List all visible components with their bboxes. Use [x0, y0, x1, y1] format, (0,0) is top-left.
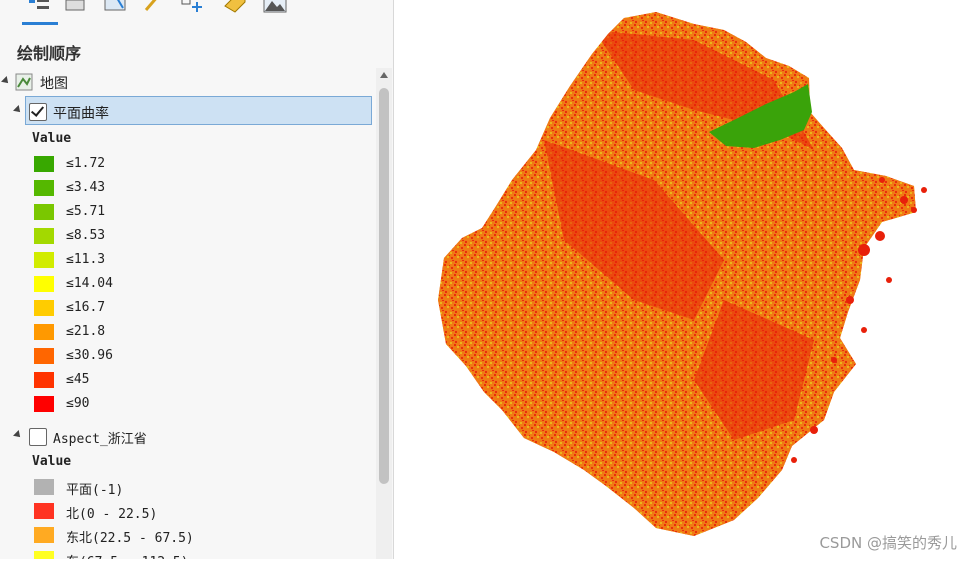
- layer1-legend-label: ≤1.72: [66, 156, 106, 171]
- layer-icon[interactable]: [102, 0, 128, 16]
- layer2-swatch[interactable]: [34, 527, 54, 543]
- layer2-swatch[interactable]: [34, 551, 54, 559]
- layer1-swatch[interactable]: [34, 372, 54, 388]
- layer1-legend-label: ≤90: [66, 396, 90, 411]
- active-tab-indicator: [22, 22, 58, 25]
- layer1-legend-label: ≤11.3: [66, 252, 106, 267]
- contents-scrollbar[interactable]: [376, 68, 392, 559]
- layer2-legend-label: 东(67.5 - 112.5): [66, 551, 189, 559]
- expand-layer1-icon[interactable]: [13, 105, 23, 115]
- scroll-up-arrow-icon[interactable]: [380, 72, 388, 78]
- expand-map-icon[interactable]: [1, 76, 11, 86]
- layer1-swatch[interactable]: [34, 324, 54, 340]
- contents-toolbar: [0, 0, 393, 25]
- layer2-legend-label: 平面(-1): [66, 483, 124, 498]
- layer1-swatch[interactable]: [34, 156, 54, 172]
- expand-layer2-icon[interactable]: [13, 430, 23, 440]
- watermark: CSDN @搞笑的秀儿: [819, 534, 957, 552]
- layer1-swatch[interactable]: [34, 180, 54, 196]
- label-tag-icon[interactable]: [222, 0, 248, 16]
- layer1-name[interactable]: 平面曲率: [53, 103, 109, 123]
- layer1-swatch[interactable]: [34, 228, 54, 244]
- layer1-legend-label: ≤45: [66, 372, 90, 387]
- layer2-legend-label: 北(0 - 22.5): [66, 507, 158, 522]
- scroll-thumb[interactable]: [379, 88, 389, 484]
- layer1-legend-label: ≤30.96: [66, 348, 113, 363]
- layer1-legend-label: ≤16.7: [66, 300, 106, 315]
- add-layer-icon[interactable]: [180, 0, 206, 16]
- layer2-value-header: Value: [32, 454, 72, 469]
- layer2-name[interactable]: Aspect_浙江省: [53, 428, 147, 447]
- raster-image-icon[interactable]: [262, 0, 288, 16]
- layer1-swatch[interactable]: [34, 396, 54, 412]
- layer1-legend-label: ≤8.53: [66, 228, 106, 243]
- layer1-legend-label: ≤14.04: [66, 276, 113, 291]
- layer1-legend-label: ≤5.71: [66, 204, 106, 219]
- map-canvas[interactable]: [394, 0, 965, 559]
- layer1-legend-label: ≤3.43: [66, 180, 106, 195]
- database-icon[interactable]: [62, 0, 88, 16]
- layer1-swatch[interactable]: [34, 300, 54, 316]
- layer2-swatch[interactable]: [34, 479, 54, 495]
- layer1-value-header: Value: [32, 131, 72, 146]
- layer1-visibility-checkbox[interactable]: [29, 103, 47, 121]
- layer2-visibility-checkbox[interactable]: [29, 428, 47, 446]
- province-raster: [438, 12, 916, 536]
- layer2-legend-label: 东北(22.5 - 67.5): [66, 531, 194, 546]
- map-label[interactable]: 地图: [40, 73, 68, 93]
- contents-list-icon[interactable]: [26, 0, 52, 16]
- panel-title: 绘制顺序: [17, 44, 82, 63]
- layer1-swatch[interactable]: [34, 252, 54, 268]
- contents-panel: 绘制顺序 地图 平面曲率 Value ≤1.72 ≤3.43 ≤5.71 ≤8.53 ≤…: [0, 0, 394, 559]
- layer1-swatch[interactable]: [34, 348, 54, 364]
- layer1-swatch[interactable]: [34, 204, 54, 220]
- layer1-legend-label: ≤21.8: [66, 324, 106, 339]
- layer2-swatch[interactable]: [34, 503, 54, 519]
- map-icon: [15, 73, 33, 91]
- layer1-swatch[interactable]: [34, 276, 54, 292]
- edit-pencil-icon[interactable]: [140, 0, 166, 16]
- map-view[interactable]: CSDN @搞笑的秀儿: [394, 0, 965, 559]
